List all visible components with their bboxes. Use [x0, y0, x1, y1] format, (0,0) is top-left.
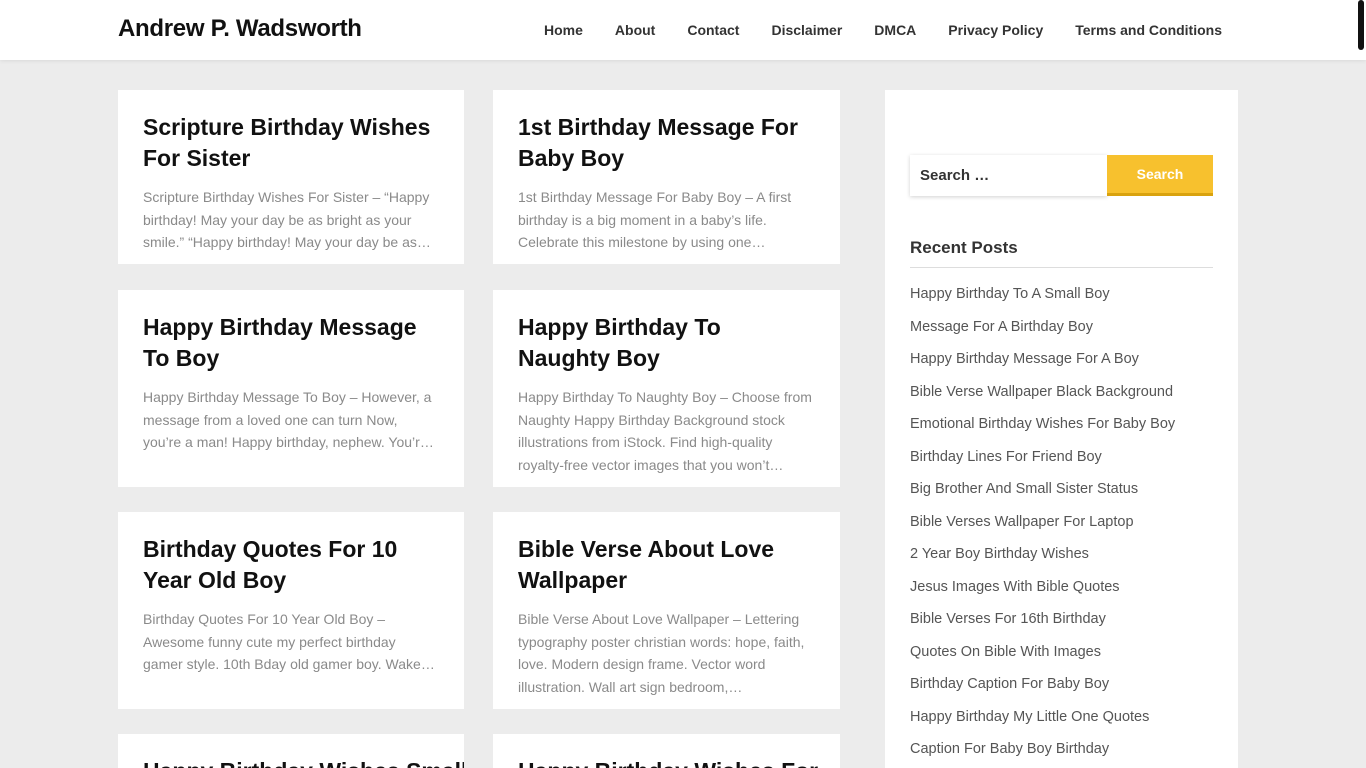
post-excerpt: Bible Verse About Love Wallpaper – Lette… [518, 611, 805, 695]
post-title[interactable]: Bible Verse About Love Wallpaper [518, 534, 815, 596]
nav-contact[interactable]: Contact [687, 22, 739, 38]
recent-post-link[interactable]: Birthday Lines For Friend Boy [910, 447, 1213, 480]
nav-about[interactable]: About [615, 22, 655, 38]
nav-privacy-policy[interactable]: Privacy Policy [948, 22, 1043, 38]
nav-home[interactable]: Home [544, 22, 583, 38]
sidebar: Search Recent Posts Happy Birthday To A … [885, 90, 1238, 768]
post-excerpt: Birthday Quotes For 10 Year Old Boy – Aw… [143, 611, 421, 672]
recent-post-link[interactable]: Bible Verses Wallpaper For Laptop [910, 512, 1213, 545]
post-excerpt: Scripture Birthday Wishes For Sister – “… [143, 189, 431, 250]
page-scrollbar[interactable] [1356, 0, 1366, 768]
post-card[interactable]: Happy Birthday Wishes Small [118, 734, 464, 768]
post-card[interactable]: Scripture Birthday Wishes For Sister Scr… [118, 90, 464, 264]
recent-post-link[interactable]: Message For A Birthday Boy [910, 317, 1213, 350]
search-form: Search [910, 155, 1213, 196]
recent-post-link[interactable]: Bible Verse Wallpaper Black Background [910, 382, 1213, 415]
post-card[interactable]: 1st Birthday Message For Baby Boy 1st Bi… [493, 90, 840, 264]
site-title[interactable]: Andrew P. Wadsworth [118, 15, 362, 43]
nav-disclaimer[interactable]: Disclaimer [771, 22, 842, 38]
recent-post-link[interactable]: Birthday Caption For Baby Boy [910, 674, 1213, 707]
recent-post-link[interactable]: Big Brother And Small Sister Status [910, 479, 1213, 512]
recent-post-link[interactable]: Bible Verses For 16th Birthday [910, 609, 1213, 642]
recent-post-link[interactable]: Jesus Images With Bible Quotes [910, 577, 1213, 610]
post-title[interactable]: Happy Birthday Wishes Small [143, 756, 464, 768]
post-card[interactable]: Bible Verse About Love Wallpaper Bible V… [493, 512, 840, 709]
search-button[interactable]: Search [1107, 155, 1213, 196]
post-title[interactable]: Happy Birthday Wishes For [518, 756, 818, 768]
post-title[interactable]: 1st Birthday Message For Baby Boy [518, 112, 815, 174]
post-excerpt: Happy Birthday Message To Boy – However,… [143, 389, 432, 450]
scrollbar-thumb[interactable] [1358, 0, 1364, 50]
recent-post-link[interactable]: 2 Year Boy Birthday Wishes [910, 544, 1213, 577]
post-excerpt: Happy Birthday To Naughty Boy – Choose f… [518, 389, 812, 473]
recent-post-link[interactable]: Happy Birthday Message For A Boy [910, 349, 1213, 382]
post-title[interactable]: Birthday Quotes For 10 Year Old Boy [143, 534, 439, 596]
post-title[interactable]: Scripture Birthday Wishes For Sister [143, 112, 439, 174]
nav-terms-and-conditions[interactable]: Terms and Conditions [1075, 22, 1222, 38]
site-header: Andrew P. Wadsworth Home About Contact D… [0, 0, 1366, 60]
main-nav: Home About Contact Disclaimer DMCA Priva… [544, 0, 1222, 60]
recent-post-link[interactable]: Happy Birthday To A Small Boy [910, 284, 1213, 317]
recent-post-link[interactable]: Happy Birthday My Little One Quotes [910, 707, 1213, 740]
post-title[interactable]: Happy Birthday To Naughty Boy [518, 312, 815, 374]
post-card[interactable]: Happy Birthday To Naughty Boy Happy Birt… [493, 290, 840, 487]
recent-post-link[interactable]: Caption For Baby Boy Birthday [910, 739, 1213, 768]
search-input[interactable] [910, 155, 1107, 196]
post-card[interactable]: Happy Birthday Wishes For [493, 734, 840, 768]
recent-post-link[interactable]: Quotes On Bible With Images [910, 642, 1213, 675]
post-card[interactable]: Happy Birthday Message To Boy Happy Birt… [118, 290, 464, 487]
nav-dmca[interactable]: DMCA [874, 22, 916, 38]
post-excerpt: 1st Birthday Message For Baby Boy – A fi… [518, 189, 792, 250]
recent-posts-heading: Recent Posts [910, 238, 1213, 268]
recent-post-link[interactable]: Emotional Birthday Wishes For Baby Boy [910, 414, 1213, 447]
post-card[interactable]: Birthday Quotes For 10 Year Old Boy Birt… [118, 512, 464, 709]
recent-posts-list: Happy Birthday To A Small Boy Message Fo… [910, 284, 1213, 768]
post-title[interactable]: Happy Birthday Message To Boy [143, 312, 439, 374]
